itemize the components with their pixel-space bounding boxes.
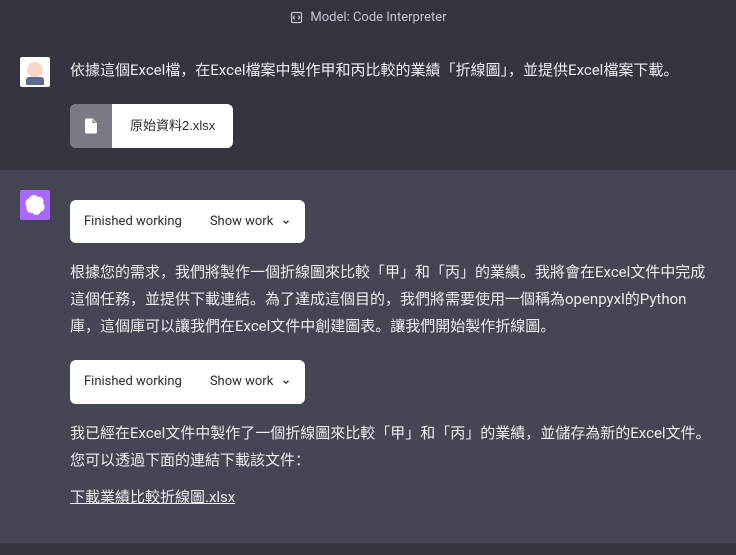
assistant-content: Finished working Show work 根據您的需求，我們將製作一… [70,190,716,521]
user-text: 依據這個Excel檔，在Excel檔案中製作甲和丙比較的業績「折線圖」，並提供E… [70,57,716,84]
show-work-toggle[interactable]: Show work [210,210,291,233]
chevron-down-icon [281,377,291,387]
assistant-para-2: 我已經在Excel文件中製作了一個折線圖來比較「甲」和「丙」的業績，並儲存為新的… [70,420,716,474]
file-name: 原始資料2.xlsx [112,114,233,137]
finished-working-1[interactable]: Finished working Show work [70,200,305,243]
file-attachment[interactable]: 原始資料2.xlsx [70,104,233,148]
assistant-avatar [20,190,50,220]
assistant-para-1: 根據您的需求，我們將製作一個折線圖來比較「甲」和「丙」的業績。我將會在Excel… [70,259,716,340]
assistant-message: Finished working Show work 根據您的需求，我們將製作一… [0,170,736,543]
user-avatar [20,57,50,87]
chevron-down-icon [281,217,291,227]
user-content: 依據這個Excel檔，在Excel檔案中製作甲和丙比較的業績「折線圖」，並提供E… [70,57,716,148]
finished-working-2[interactable]: Finished working Show work [70,360,305,403]
status-label: Finished working [84,370,182,393]
model-label: Model: Code Interpreter [310,10,446,25]
model-header: Model: Code Interpreter [0,0,736,37]
file-icon [70,104,112,148]
status-label: Finished working [84,210,182,233]
model-icon [289,10,304,25]
download-link[interactable]: 下載業績比較折線圖.xlsx [70,488,235,506]
user-message: 依據這個Excel檔，在Excel檔案中製作甲和丙比較的業績「折線圖」，並提供E… [0,37,736,170]
show-work-toggle[interactable]: Show work [210,370,291,393]
